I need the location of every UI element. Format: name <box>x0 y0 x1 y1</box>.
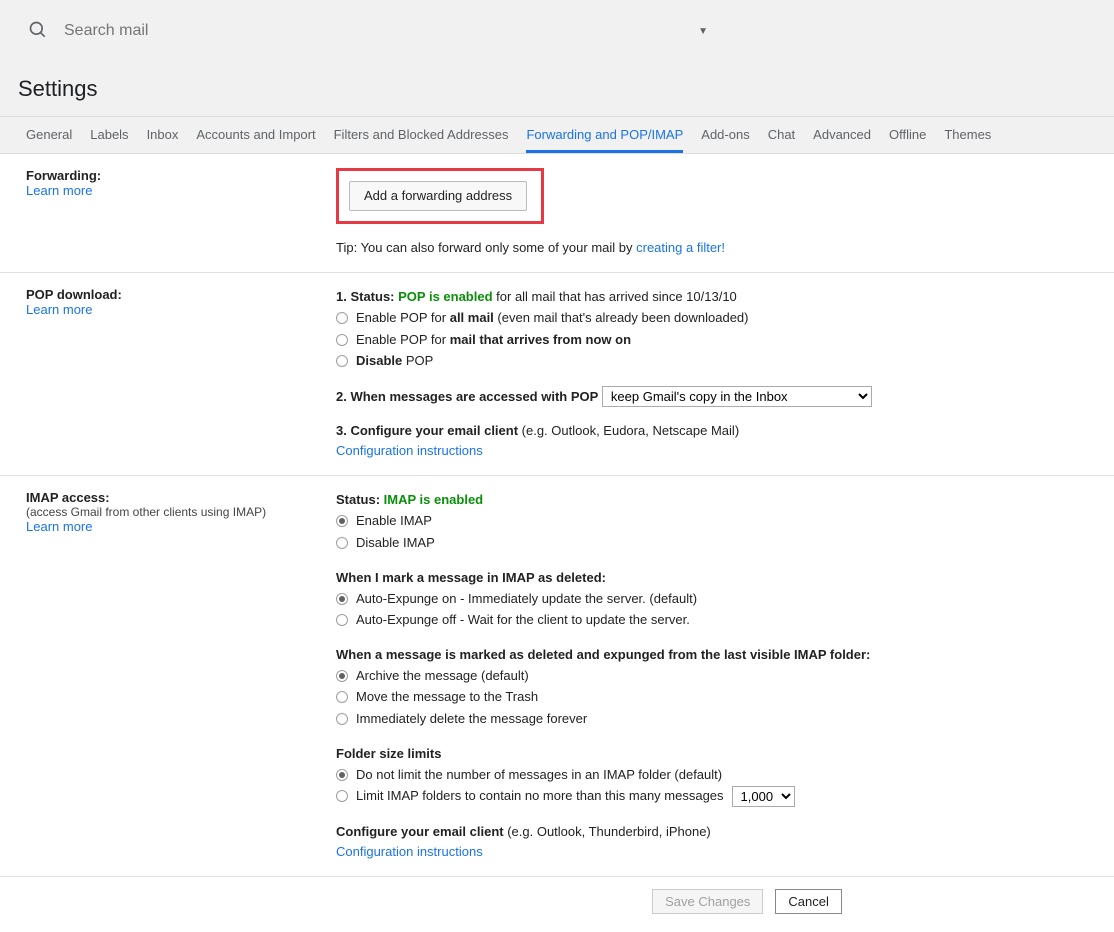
add-forwarding-address-button[interactable]: Add a forwarding address <box>349 181 527 211</box>
imap-configure-suffix: (e.g. Outlook, Thunderbird, iPhone) <box>507 824 711 839</box>
settings-content: Forwarding: Learn more Add a forwarding … <box>0 154 1114 932</box>
imap-expunged-heading: When a message is marked as deleted and … <box>336 645 1088 665</box>
tab-filters[interactable]: Filters and Blocked Addresses <box>334 127 509 153</box>
cancel-button[interactable]: Cancel <box>775 889 841 914</box>
pop-status-value: POP is enabled <box>398 289 492 304</box>
pop-radio-from-now[interactable] <box>336 334 348 346</box>
imap-radio-archive[interactable] <box>336 670 348 682</box>
forwarding-learn-more-link[interactable]: Learn more <box>26 183 336 198</box>
imap-radio-limit[interactable] <box>336 790 348 802</box>
pop-step3-suffix: (e.g. Outlook, Eudora, Netscape Mail) <box>522 423 740 438</box>
tab-chat[interactable]: Chat <box>768 127 795 153</box>
imap-radio-no-limit[interactable] <box>336 769 348 781</box>
pop-status-label: 1. Status: <box>336 289 398 304</box>
pop-step3-label: 3. Configure your email client <box>336 423 522 438</box>
tab-addons[interactable]: Add-ons <box>701 127 749 153</box>
top-bar: ▼ <box>0 0 1114 62</box>
imap-radio-expunge-off[interactable] <box>336 614 348 626</box>
pop-radio-disable[interactable] <box>336 355 348 367</box>
search-input[interactable] <box>64 22 698 40</box>
section-forwarding: Forwarding: Learn more Add a forwarding … <box>0 154 1114 273</box>
search-icon <box>28 20 48 43</box>
imap-radio-trash[interactable] <box>336 691 348 703</box>
imap-status-label: Status: <box>336 492 384 507</box>
imap-learn-more-link[interactable]: Learn more <box>26 519 336 534</box>
imap-radio-enable[interactable] <box>336 515 348 527</box>
imap-radio-delete-forever[interactable] <box>336 713 348 725</box>
tab-advanced[interactable]: Advanced <box>813 127 871 153</box>
search-options-icon[interactable]: ▼ <box>698 26 708 37</box>
search-box[interactable]: ▼ <box>18 8 718 54</box>
imap-disable-label: Disable IMAP <box>356 533 435 553</box>
tab-forwarding-pop-imap[interactable]: Forwarding and POP/IMAP <box>526 127 683 153</box>
page-title: Settings <box>0 62 1114 116</box>
imap-folder-heading: Folder size limits <box>336 744 1088 764</box>
forwarding-heading: Forwarding: <box>26 168 336 183</box>
imap-config-instructions-link[interactable]: Configuration instructions <box>336 842 1088 862</box>
creating-filter-link[interactable]: creating a filter! <box>636 240 725 255</box>
forwarding-tip-text: Tip: You can also forward only some of y… <box>336 240 636 255</box>
imap-configure-label: Configure your email client <box>336 824 507 839</box>
imap-folder-limit-select[interactable]: 1,000 <box>732 786 795 807</box>
imap-radio-disable[interactable] <box>336 537 348 549</box>
tab-inbox[interactable]: Inbox <box>147 127 179 153</box>
tab-offline[interactable]: Offline <box>889 127 926 153</box>
settings-tabs: General Labels Inbox Accounts and Import… <box>0 116 1114 154</box>
imap-status-value: IMAP is enabled <box>384 492 483 507</box>
pop-status-suffix: for all mail that has arrived since 10/1… <box>493 289 737 304</box>
pop-learn-more-link[interactable]: Learn more <box>26 302 336 317</box>
highlight-annotation: Add a forwarding address <box>336 168 544 224</box>
imap-subtext: (access Gmail from other clients using I… <box>26 505 336 519</box>
pop-action-select[interactable]: keep Gmail's copy in the Inbox <box>602 386 872 407</box>
imap-enable-label: Enable IMAP <box>356 511 432 531</box>
pop-step2-label: 2. When messages are accessed with POP <box>336 389 598 404</box>
tab-general[interactable]: General <box>26 127 72 153</box>
imap-heading: IMAP access: <box>26 490 336 505</box>
tab-labels[interactable]: Labels <box>90 127 128 153</box>
pop-heading: POP download: <box>26 287 336 302</box>
tab-accounts[interactable]: Accounts and Import <box>196 127 315 153</box>
save-changes-button[interactable]: Save Changes <box>652 889 763 914</box>
footer-buttons: Save Changes Cancel <box>0 877 1114 932</box>
imap-deleted-heading: When I mark a message in IMAP as deleted… <box>336 568 1088 588</box>
section-imap: IMAP access: (access Gmail from other cl… <box>0 476 1114 877</box>
section-pop: POP download: Learn more 1. Status: POP … <box>0 273 1114 476</box>
imap-radio-expunge-on[interactable] <box>336 593 348 605</box>
tab-themes[interactable]: Themes <box>944 127 991 153</box>
pop-config-instructions-link[interactable]: Configuration instructions <box>336 441 1088 461</box>
pop-radio-all-mail[interactable] <box>336 312 348 324</box>
